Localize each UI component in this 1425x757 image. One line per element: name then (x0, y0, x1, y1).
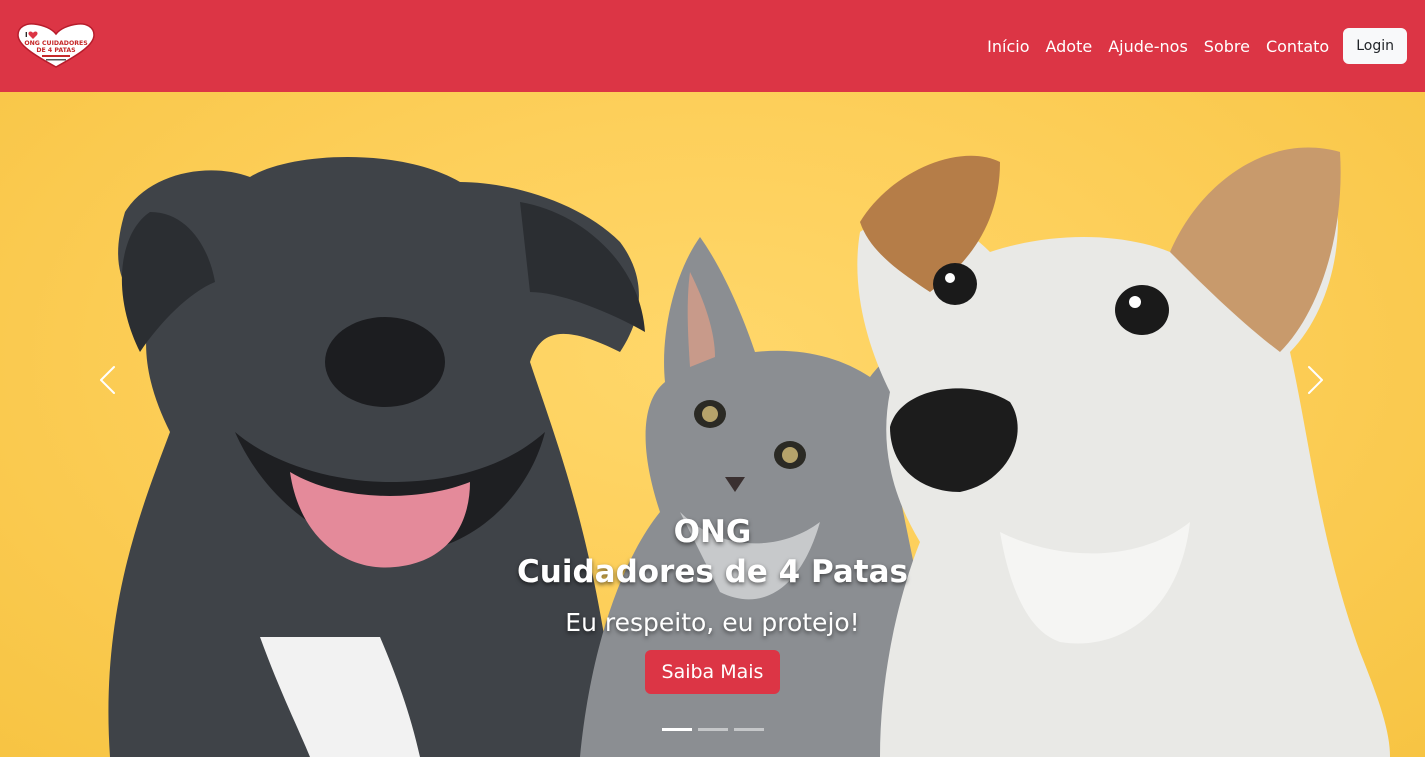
carousel-indicator-3[interactable] (733, 728, 764, 731)
chevron-left-icon (100, 366, 115, 394)
carousel-next-button[interactable] (1286, 352, 1346, 408)
carousel-indicator-1[interactable] (661, 728, 692, 731)
nav-link-ajude-nos[interactable]: Ajude-nos (1100, 37, 1196, 56)
hero-carousel: ONG Cuidadores de 4 Patas Eu respeito, e… (0, 92, 1425, 757)
nav-link-sobre[interactable]: Sobre (1196, 37, 1258, 56)
hero-title: ONG (673, 514, 752, 550)
saiba-mais-button[interactable]: Saiba Mais (644, 650, 781, 694)
navbar: I ONG CUIDADORES DE 4 PATAS Início Adote… (0, 0, 1425, 92)
nav-link-adote[interactable]: Adote (1037, 37, 1100, 56)
hero-subtitle: Cuidadores de 4 Patas (517, 554, 908, 590)
login-button[interactable]: Login (1343, 28, 1407, 64)
carousel-indicator-2[interactable] (697, 728, 728, 731)
nav-link-inicio[interactable]: Início (979, 37, 1037, 56)
logo-line2: ONG CUIDADORES (24, 40, 87, 47)
logo-line1: I (25, 31, 28, 39)
brand-logo-link[interactable]: I ONG CUIDADORES DE 4 PATAS (16, 23, 96, 69)
carousel-prev-button[interactable] (77, 352, 137, 408)
nav-links: Início Adote Ajude-nos Sobre Contato (979, 37, 1337, 56)
nav-right: Início Adote Ajude-nos Sobre Contato Log… (979, 28, 1407, 64)
logo-line3: DE 4 PATAS (36, 47, 75, 54)
carousel-indicators (0, 728, 1425, 731)
chevron-right-icon (1308, 366, 1323, 394)
carousel-caption: ONG Cuidadores de 4 Patas Eu respeito, e… (0, 512, 1425, 694)
heart-logo-icon: I ONG CUIDADORES DE 4 PATAS (17, 23, 95, 68)
hero-tagline: Eu respeito, eu protejo! (565, 608, 860, 637)
nav-link-contato[interactable]: Contato (1258, 37, 1337, 56)
